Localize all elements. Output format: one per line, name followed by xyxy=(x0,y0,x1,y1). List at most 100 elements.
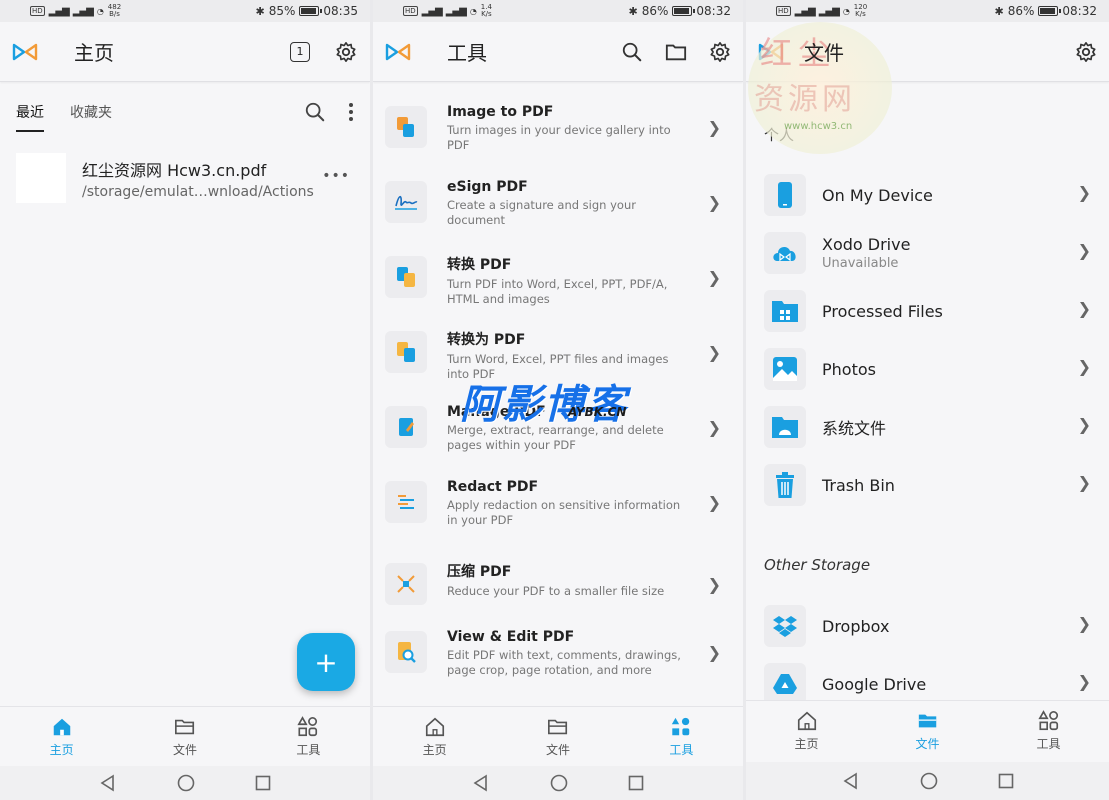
xodo-logo-icon xyxy=(385,43,411,60)
android-folder-icon xyxy=(764,406,806,448)
settings-button[interactable] xyxy=(334,40,358,64)
storage-xodo-drive[interactable]: Xodo Drive Unavailable ❯ xyxy=(764,231,1097,275)
search-icon[interactable] xyxy=(304,101,326,123)
battery-percent: 86% xyxy=(641,4,669,18)
recents-icon[interactable] xyxy=(255,775,271,791)
chevron-right-icon: ❯ xyxy=(1077,357,1091,376)
chevron-right-icon: ❯ xyxy=(1077,415,1091,434)
storage-label: Dropbox xyxy=(822,616,890,636)
nav-tools[interactable]: 工具 xyxy=(620,707,743,766)
signal-icon: ▂▄▆ xyxy=(48,5,70,17)
folder-icon xyxy=(174,719,195,734)
gear-icon[interactable] xyxy=(709,41,731,63)
folder-icon[interactable] xyxy=(665,41,687,63)
storage-on-my-device[interactable]: On My Device ❯ xyxy=(764,173,1097,217)
tool-redact-pdf[interactable]: Redact PDF Apply redaction on sensitive i… xyxy=(385,479,731,549)
storage-status: Unavailable xyxy=(822,256,899,271)
recent-file-item[interactable]: 红尘资源网 Hcw3.cn.pdf /storage/emulat…wnload… xyxy=(16,152,354,204)
nav-files[interactable]: 文件 xyxy=(867,701,988,760)
tool-desc: Turn PDF into Word, Excel, PPT, PDF/A, H… xyxy=(447,277,668,306)
hd-indicator: HD xyxy=(403,6,418,16)
storage-processed-files[interactable]: Processed Files ❯ xyxy=(764,289,1097,333)
convert-icon xyxy=(385,256,427,298)
bluetooth-icon: ✱ xyxy=(628,4,638,18)
page-title: 工具 xyxy=(447,41,487,65)
tool-title: eSign PDF xyxy=(447,179,528,195)
add-fab-button[interactable]: + xyxy=(297,633,355,691)
trash-icon xyxy=(764,464,806,506)
battery-icon xyxy=(1038,6,1062,16)
back-icon[interactable] xyxy=(472,774,490,792)
folder-icon xyxy=(547,719,568,734)
gear-icon[interactable] xyxy=(1075,41,1097,63)
nav-files-label: 文件 xyxy=(172,742,197,757)
tool-view-edit-pdf[interactable]: View & Edit PDF Edit PDF with text, comme… xyxy=(385,629,731,699)
chevron-right-icon: ❯ xyxy=(1077,473,1091,492)
tool-desc: Turn images in your device gallery into … xyxy=(447,123,671,152)
bottom-nav: 主页 文件 工具 xyxy=(373,706,743,766)
storage-photos[interactable]: Photos ❯ xyxy=(764,347,1097,391)
more-vertical-icon[interactable] xyxy=(348,102,354,122)
signal-icon-2: ▂▄▆ xyxy=(445,5,467,17)
back-icon[interactable] xyxy=(99,774,117,792)
bottom-nav: 主页 文件 工具 xyxy=(0,706,370,766)
storage-system-files[interactable]: 系统文件 ❯ xyxy=(764,405,1097,449)
home-subtabs: 最近 收藏夹 xyxy=(0,92,370,132)
tab-recent[interactable]: 最近 xyxy=(16,92,44,132)
nav-tools[interactable]: 工具 xyxy=(247,707,370,766)
tools-icon xyxy=(1037,709,1058,730)
storage-label: 系统文件 xyxy=(822,419,887,438)
file-more-icon[interactable]: ••• xyxy=(322,168,350,184)
tool-esign-pdf[interactable]: eSign PDF Create a signature and sign you… xyxy=(385,179,731,249)
storage-trash-bin[interactable]: Trash Bin ❯ xyxy=(764,463,1097,507)
home-circle-icon[interactable] xyxy=(550,774,568,792)
status-bar: HD ▂▄▆ ▂▄▆ ◔ 120 K/s ✱ 86% 08:32 xyxy=(746,0,1109,22)
home-icon xyxy=(425,717,444,736)
status-bar: HD ▂▄▆ ▂▄▆ ◔ 482 B/s ✱ 85% 08:35 xyxy=(0,0,370,22)
hd-indicator: HD xyxy=(30,6,45,16)
section-other-storage: Other Storage xyxy=(764,556,871,574)
tool-title: 转换 PDF xyxy=(447,257,512,273)
nav-home[interactable]: 主页 xyxy=(0,707,123,766)
wifi-icon: ◔ xyxy=(842,6,850,16)
system-nav xyxy=(746,762,1109,800)
signal-icon-2: ▂▄▆ xyxy=(72,5,94,17)
tools-icon xyxy=(297,715,318,736)
tool-image-to-pdf[interactable]: Image to PDF Turn images in your device g… xyxy=(385,104,731,174)
manage-pdf-icon xyxy=(385,406,427,448)
nav-files[interactable]: 文件 xyxy=(123,707,246,766)
nav-files[interactable]: 文件 xyxy=(496,707,619,766)
search-icon[interactable] xyxy=(621,41,643,63)
net-speed: 482 B/s xyxy=(107,3,122,18)
page-title: 主页 xyxy=(74,41,114,65)
status-bar: HD ▂▄▆ ▂▄▆ ◔ 1.4 K/s ✱ 86% 08:32 xyxy=(373,0,743,22)
tool-desc: Apply redaction on sensitive information… xyxy=(447,498,681,527)
recents-icon[interactable] xyxy=(628,775,644,791)
battery-percent: 85% xyxy=(268,4,296,18)
tool-title: Redact PDF xyxy=(447,479,539,495)
convert-to-pdf-icon xyxy=(385,331,427,373)
clock: 08:32 xyxy=(696,4,731,18)
watermark-brand-sub: AYBK.CN xyxy=(568,405,627,419)
nav-home[interactable]: 主页 xyxy=(373,707,496,766)
chevron-right-icon: ❯ xyxy=(1077,672,1091,691)
nav-home[interactable]: 主页 xyxy=(746,701,867,760)
page-title: 文件 xyxy=(804,41,844,65)
nav-tools[interactable]: 工具 xyxy=(988,701,1109,760)
tabs-button[interactable]: 1 xyxy=(288,40,312,64)
tab-favorites[interactable]: 收藏夹 xyxy=(70,92,112,132)
recents-icon[interactable] xyxy=(998,773,1014,789)
chevron-right-icon: ❯ xyxy=(707,418,721,437)
back-icon[interactable] xyxy=(842,772,860,790)
google-drive-icon xyxy=(764,663,806,705)
system-nav xyxy=(0,766,370,800)
storage-label: Photos xyxy=(822,359,876,379)
storage-dropbox[interactable]: Dropbox ❯ xyxy=(764,604,1097,648)
net-speed: 1.4 K/s xyxy=(480,3,492,18)
home-circle-icon[interactable] xyxy=(177,774,195,792)
tool-compress-pdf[interactable]: 压缩 PDF Reduce your PDF to a smaller file … xyxy=(385,561,731,631)
nav-home-label: 主页 xyxy=(794,736,819,751)
tool-convert-pdf[interactable]: 转换 PDF Turn PDF into Word, Excel, PPT, PD… xyxy=(385,254,731,324)
battery-percent: 86% xyxy=(1007,4,1035,18)
home-circle-icon[interactable] xyxy=(920,772,938,790)
